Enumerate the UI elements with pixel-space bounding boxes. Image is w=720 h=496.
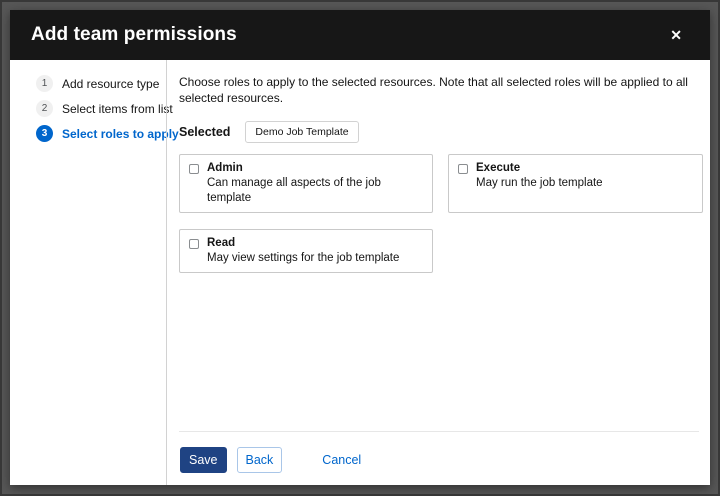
role-name: Admin: [207, 161, 423, 176]
modal-title: Add team permissions: [31, 24, 237, 46]
role-description: Can manage all aspects of the job templa…: [207, 176, 423, 206]
read-role-checkbox[interactable]: [189, 239, 199, 249]
wizard-step-add-resource-type[interactable]: 1 Add resource type: [36, 75, 166, 92]
step-number-badge: 3: [36, 125, 53, 142]
cancel-button[interactable]: Cancel: [322, 448, 361, 473]
selected-resources-row: Selected Demo Job Template: [179, 121, 699, 143]
wizard-step-select-roles[interactable]: 3 Select roles to apply: [36, 125, 166, 142]
step-number-badge: 2: [36, 100, 53, 117]
wizard-step-content: Choose roles to apply to the selected re…: [166, 60, 710, 485]
selected-label: Selected: [179, 125, 230, 139]
back-button[interactable]: Back: [237, 447, 283, 474]
wizard-steps-nav: 1 Add resource type 2 Select items from …: [10, 60, 166, 485]
modal-header: Add team permissions ✕: [10, 10, 710, 60]
role-description: May view settings for the job template: [207, 251, 399, 266]
save-button[interactable]: Save: [180, 447, 227, 474]
step-number-badge: 1: [36, 75, 53, 92]
wizard-step-select-items[interactable]: 2 Select items from list: [36, 100, 166, 117]
role-name: Read: [207, 236, 399, 251]
role-name: Execute: [476, 161, 603, 176]
selected-resource-chip: Demo Job Template: [245, 121, 358, 143]
role-card-read[interactable]: Read May view settings for the job templ…: [179, 229, 433, 273]
admin-role-checkbox[interactable]: [189, 164, 199, 174]
modal-body: 1 Add resource type 2 Select items from …: [10, 60, 710, 485]
role-description: May run the job template: [476, 176, 603, 191]
add-team-permissions-modal: Add team permissions ✕ 1 Add resource ty…: [10, 10, 710, 485]
role-card-execute[interactable]: Execute May run the job template: [448, 154, 703, 213]
close-icon[interactable]: ✕: [666, 26, 686, 44]
modal-footer: Save Back Cancel: [179, 431, 699, 486]
step-label: Select roles to apply: [62, 127, 179, 141]
roles-grid: Admin Can manage all aspects of the job …: [179, 154, 699, 273]
step-description: Choose roles to apply to the selected re…: [179, 75, 699, 106]
step-label: Add resource type: [62, 77, 159, 91]
content-spacer: [179, 273, 699, 431]
role-card-admin[interactable]: Admin Can manage all aspects of the job …: [179, 154, 433, 213]
execute-role-checkbox[interactable]: [458, 164, 468, 174]
step-label: Select items from list: [62, 102, 173, 116]
